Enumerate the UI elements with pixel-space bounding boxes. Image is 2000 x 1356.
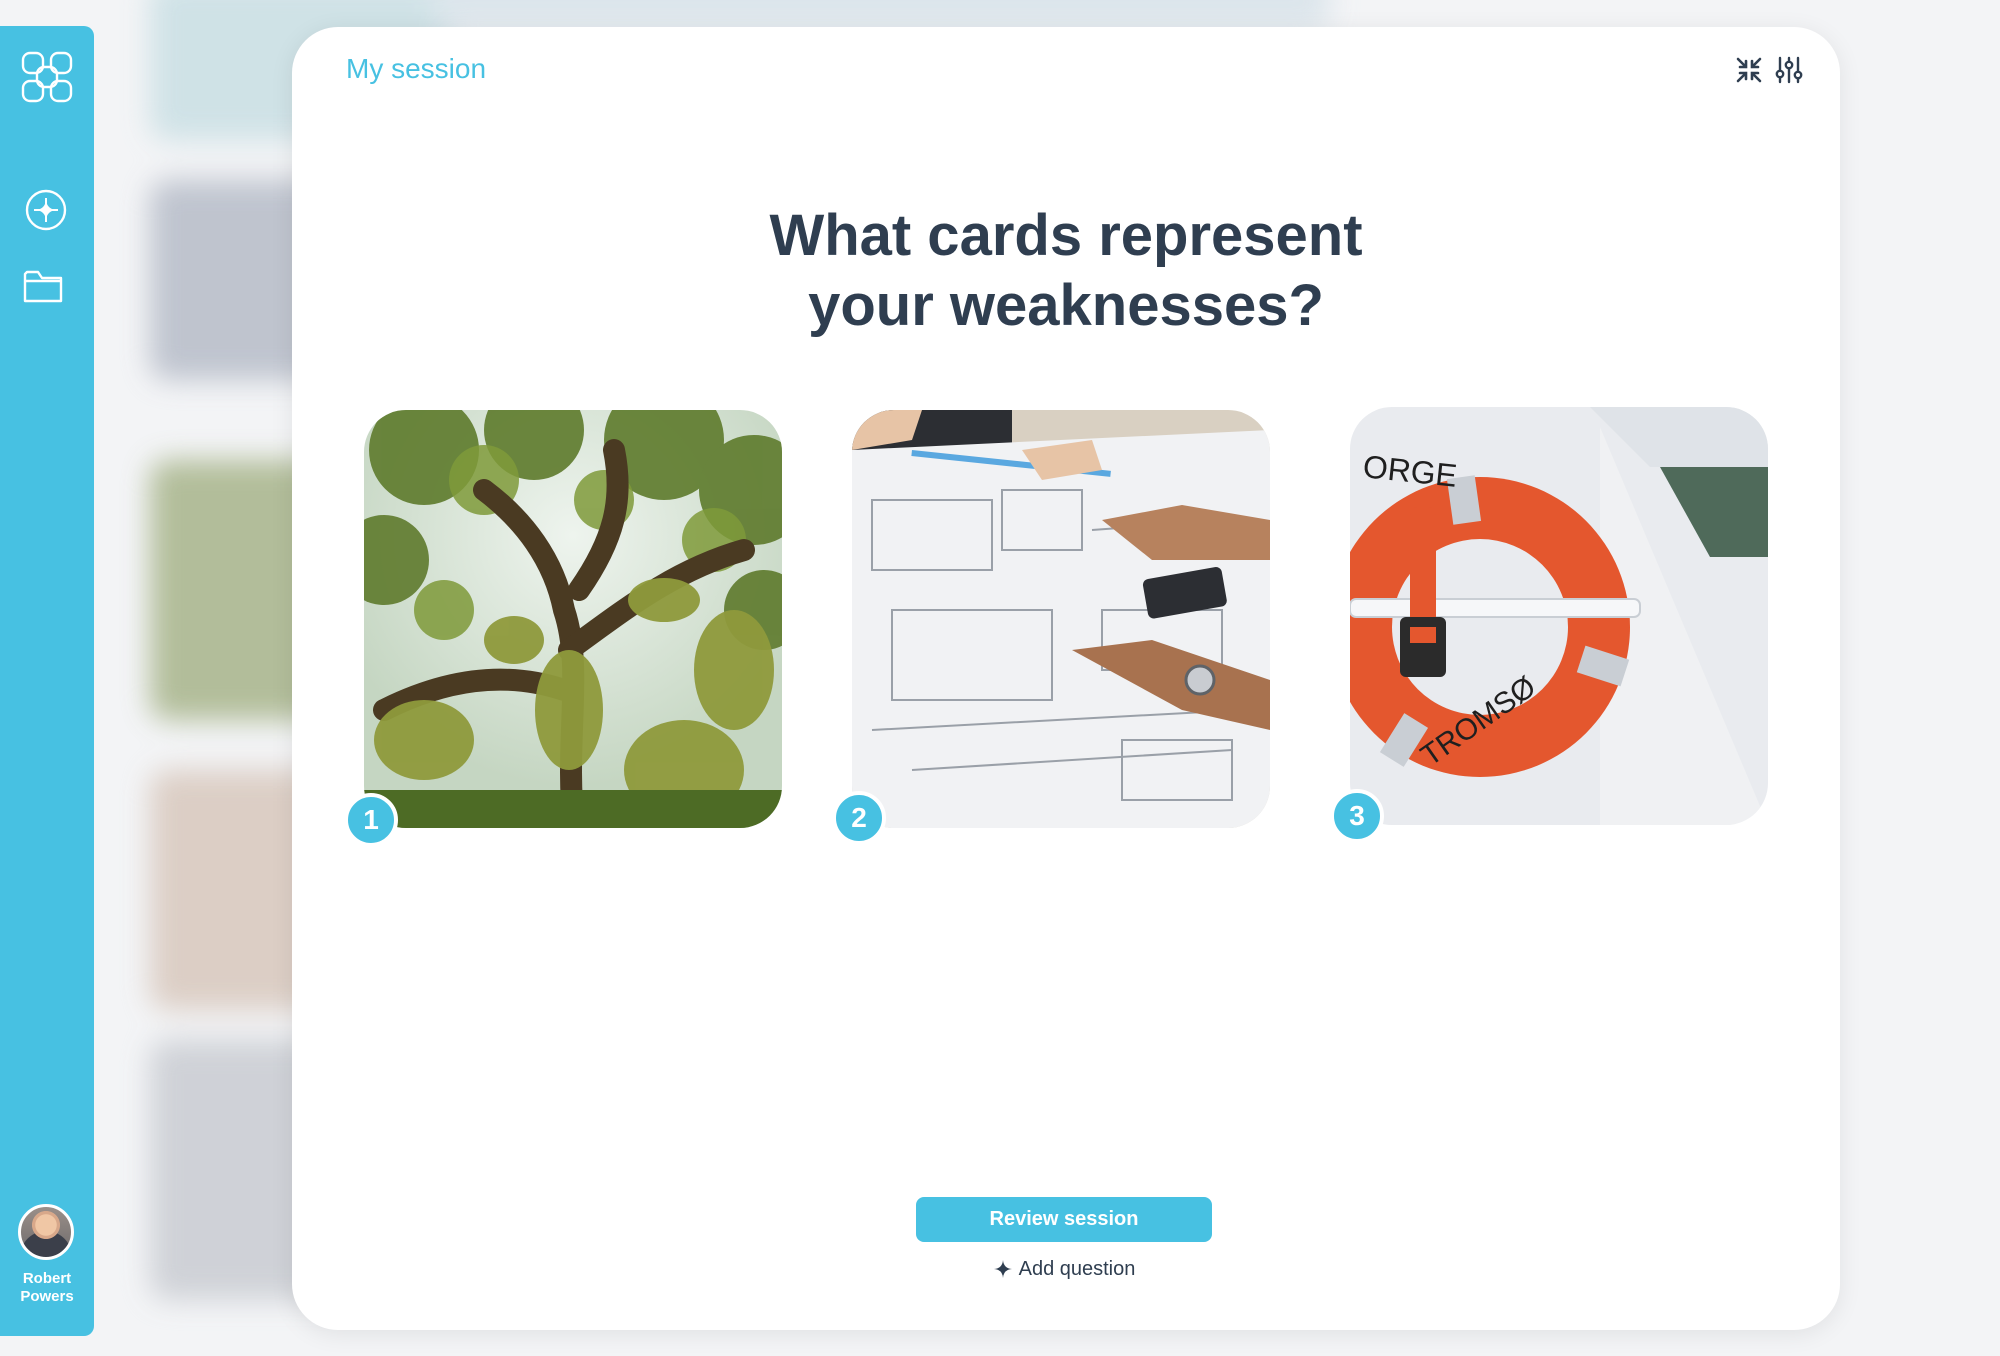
user-name: Robert Powers — [0, 1270, 94, 1306]
card-blueprints[interactable] — [852, 410, 1270, 828]
sparkle-icon — [993, 1260, 1012, 1278]
card-badge-2: 2 — [832, 791, 886, 845]
session-modal: My session What cards represent your wea… — [292, 27, 1840, 1330]
sidebar: Robert Powers — [0, 26, 94, 1336]
page-title: My session — [346, 53, 487, 84]
settings-sliders-icon[interactable] — [1774, 55, 1804, 85]
question-line-2: your weaknesses? — [808, 273, 1324, 338]
add-question-label: Add question — [1018, 1257, 1136, 1280]
card-mossy-trees[interactable] — [364, 410, 782, 828]
card-badge-3: 3 — [1330, 789, 1384, 843]
user-first-name: Robert — [22, 1270, 72, 1287]
question-heading: What cards represent your weaknesses? — [292, 201, 1840, 341]
review-session-button[interactable]: Review session — [916, 1197, 1212, 1242]
collapse-icon[interactable] — [1734, 55, 1764, 85]
add-question-button[interactable]: Add question — [912, 1253, 1216, 1285]
mossy-trees-image — [364, 410, 782, 828]
folder-icon[interactable] — [22, 266, 66, 306]
card-badge-1: 1 — [344, 793, 398, 847]
new-session-icon[interactable] — [24, 188, 68, 232]
lifebuoy-image: ORGE TROMSØ — [1350, 407, 1768, 825]
card-lifebuoy[interactable]: ORGE TROMSØ — [1350, 407, 1768, 825]
avatar[interactable] — [18, 1204, 74, 1260]
question-line-1: What cards represent — [769, 203, 1363, 268]
user-last-name: Powers — [20, 1288, 74, 1305]
blueprints-image — [852, 410, 1270, 828]
app-logo-icon[interactable] — [20, 50, 74, 104]
